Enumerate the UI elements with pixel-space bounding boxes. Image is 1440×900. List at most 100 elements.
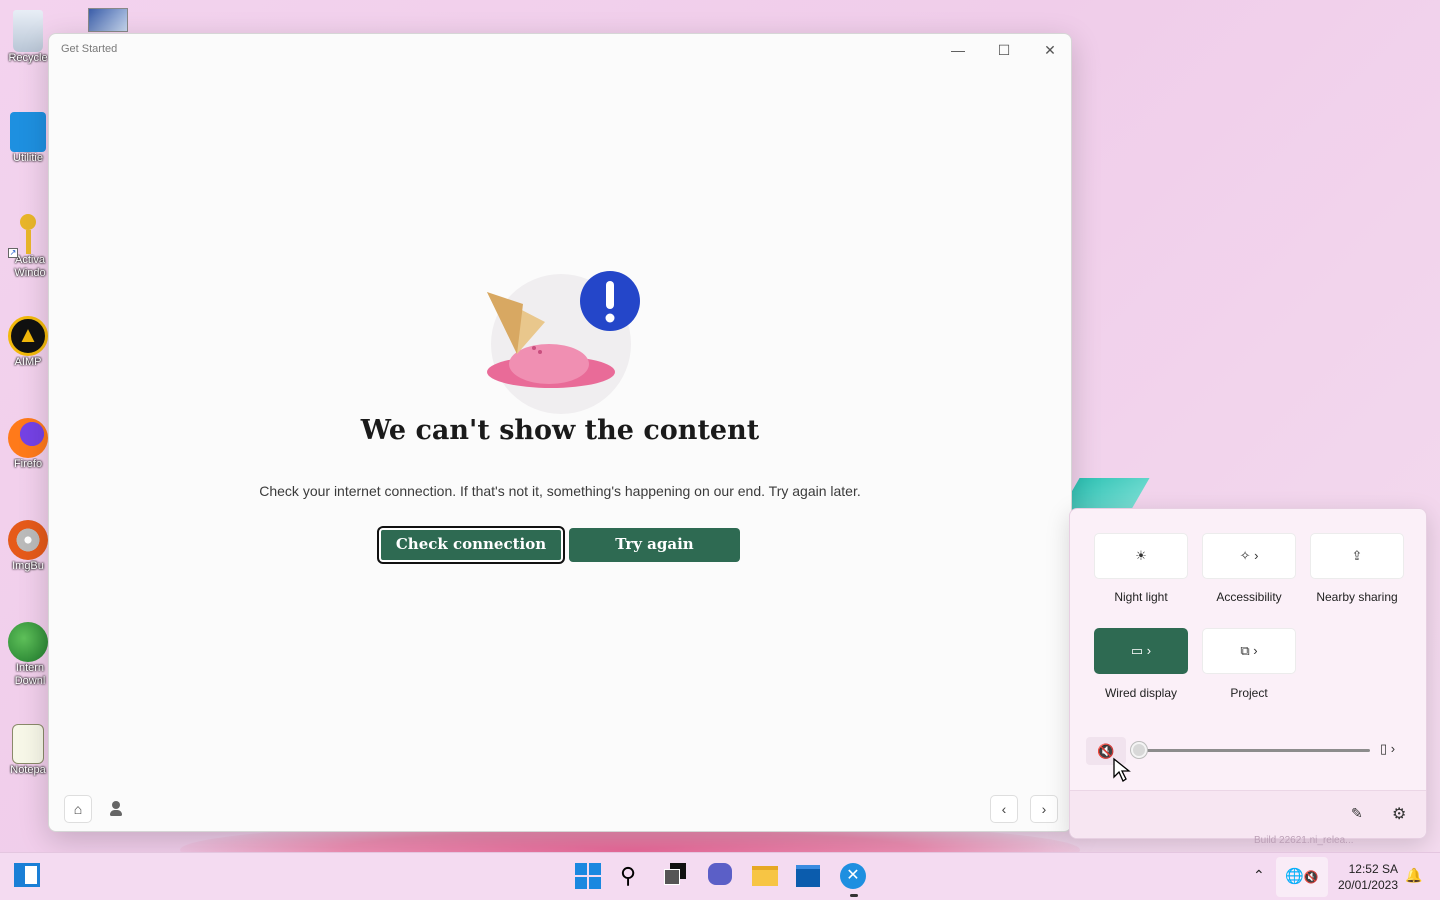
file-explorer-button[interactable] bbox=[752, 863, 780, 891]
search-button[interactable]: ⚲ bbox=[620, 863, 648, 891]
share-icon: ⇪ bbox=[1351, 548, 1363, 563]
globe-icon: 🌐 bbox=[1285, 868, 1304, 885]
minimize-icon: — bbox=[951, 42, 965, 58]
tile-label: Project bbox=[1230, 686, 1268, 700]
notification-bell-icon: 🔔 bbox=[1405, 867, 1423, 883]
show-hidden-icons-button[interactable]: ⌃ bbox=[1253, 867, 1265, 884]
close-icon: ✕ bbox=[1044, 42, 1056, 58]
task-view-icon bbox=[664, 863, 688, 885]
quick-settings-panel: ☀ Night light ✧ › Accessibility ⇪ Nearby… bbox=[1069, 508, 1427, 839]
tile-label: Accessibility bbox=[1216, 590, 1282, 604]
tile-label: Night light bbox=[1114, 590, 1168, 604]
night-light-tile[interactable]: ☀ bbox=[1094, 533, 1188, 579]
quick-settings-footer: ✎ ⚙ bbox=[1070, 790, 1426, 838]
volume-slider[interactable] bbox=[1138, 749, 1370, 752]
profile-button[interactable] bbox=[107, 800, 125, 818]
folder-icon bbox=[752, 866, 778, 886]
desktop-icon-label: Firefo bbox=[13, 458, 43, 470]
recycle-bin-icon bbox=[13, 10, 43, 52]
running-indicator bbox=[850, 894, 858, 897]
gear-icon: ⚙ bbox=[1392, 806, 1407, 823]
check-connection-button[interactable]: Check connection bbox=[377, 526, 565, 564]
desktop-icon-firefox[interactable]: Firefo bbox=[6, 418, 50, 471]
folder-icon bbox=[10, 112, 46, 152]
accessibility-tile[interactable]: ✧ › bbox=[1202, 533, 1296, 579]
desktop-icon-label: Notepa bbox=[10, 764, 46, 776]
widgets-icon bbox=[14, 863, 40, 887]
chat-icon bbox=[708, 863, 732, 885]
chevron-right-icon: › bbox=[1390, 741, 1396, 756]
pencil-icon: ✎ bbox=[1351, 805, 1363, 821]
title-bar[interactable]: Get Started — ☐ ✕ bbox=[49, 34, 1071, 66]
clock-button[interactable]: 12:52 SA 20/01/2023 bbox=[1336, 861, 1398, 893]
chat-button[interactable] bbox=[708, 863, 736, 891]
person-icon bbox=[112, 801, 120, 809]
window-title: Get Started bbox=[61, 43, 118, 55]
close-button[interactable]: ✕ bbox=[1027, 34, 1071, 66]
nearby-sharing-tile[interactable]: ⇪ bbox=[1310, 533, 1404, 579]
desktop-icon-activate-windows[interactable]: ↗ Activa Windo bbox=[6, 214, 50, 280]
microsoft-store-button[interactable] bbox=[796, 863, 824, 891]
taskbar: ⚲ ✕ ⌃ 🌐🔇 12:52 SA 20/01/2023 🔔 bbox=[0, 852, 1440, 900]
desktop-icon-notepad[interactable]: Notepa bbox=[6, 724, 50, 777]
home-button[interactable]: ⌂ bbox=[64, 795, 92, 823]
chevron-up-icon: ⌃ bbox=[1253, 867, 1265, 883]
settings-button[interactable]: ⚙ bbox=[1392, 804, 1406, 824]
maximize-button[interactable]: ☐ bbox=[981, 34, 1027, 66]
person-icon-body bbox=[110, 810, 122, 816]
notepad-icon bbox=[12, 724, 44, 764]
clock-time: 12:52 SA bbox=[1348, 862, 1398, 876]
tile-label: Nearby sharing bbox=[1316, 590, 1398, 604]
desktop-icon-label: Intern Downl bbox=[14, 662, 46, 687]
build-watermark: Build 22621.ni_relea... bbox=[1254, 835, 1354, 846]
start-button[interactable] bbox=[575, 863, 603, 891]
desktop-icon-utilities[interactable]: Utilitie bbox=[6, 112, 50, 165]
error-message: Check your internet connection. If that'… bbox=[259, 483, 861, 499]
desktop-icon-internet-download-manager[interactable]: Intern Downl bbox=[6, 622, 50, 688]
accessibility-icon: ✧ bbox=[1239, 548, 1251, 563]
try-again-button[interactable]: Try again bbox=[569, 528, 740, 562]
project-tile[interactable]: ⧉ › bbox=[1202, 628, 1296, 674]
get-started-taskbar-button[interactable]: ✕ bbox=[840, 863, 868, 897]
shortcut-arrow-icon: ↗ bbox=[8, 248, 18, 258]
desktop-icon-label: Recycle bbox=[8, 52, 48, 64]
imgburn-icon bbox=[8, 520, 48, 560]
chevron-right-icon: › bbox=[1146, 643, 1152, 658]
key-icon bbox=[18, 214, 38, 254]
audio-output-button[interactable]: ▯ › bbox=[1380, 741, 1410, 759]
exclamation-icon bbox=[580, 271, 640, 331]
search-icon: ⚲ bbox=[620, 863, 637, 888]
volume-slider-thumb[interactable] bbox=[1131, 742, 1147, 758]
chevron-right-icon: › bbox=[1254, 548, 1259, 563]
chevron-left-icon: ‹ bbox=[1001, 801, 1007, 817]
cast-icon: ▭ bbox=[1130, 643, 1144, 658]
wired-display-tile[interactable]: ▭ › bbox=[1094, 628, 1188, 674]
task-view-button[interactable] bbox=[664, 863, 692, 891]
desktop-icon-partial[interactable] bbox=[88, 8, 128, 32]
store-icon bbox=[796, 865, 820, 887]
forward-button[interactable]: › bbox=[1030, 795, 1058, 823]
desktop-icon-recycle-bin[interactable]: Recycle bbox=[6, 10, 50, 65]
aimp-icon: ▲ bbox=[8, 316, 48, 356]
notifications-button[interactable]: 🔔 bbox=[1405, 867, 1422, 884]
desktop-icon-imgburn[interactable]: ImgBu bbox=[6, 520, 50, 573]
back-button[interactable]: ‹ bbox=[990, 795, 1018, 823]
error-headline: We can't show the content bbox=[360, 415, 760, 446]
home-icon: ⌂ bbox=[73, 801, 83, 817]
volume-muted-icon: 🔇 bbox=[1303, 870, 1319, 884]
idm-icon bbox=[8, 622, 48, 662]
desktop-icon-aimp[interactable]: ▲ AIMP bbox=[6, 316, 50, 369]
desktop-icon-label: AIMP bbox=[14, 356, 42, 368]
firefox-icon bbox=[8, 418, 48, 458]
get-started-icon: ✕ bbox=[840, 863, 866, 889]
network-volume-button[interactable]: 🌐🔇 bbox=[1276, 857, 1328, 897]
mouse-cursor bbox=[1113, 757, 1131, 782]
maximize-icon: ☐ bbox=[997, 42, 1011, 58]
chevron-right-icon: › bbox=[1253, 643, 1258, 658]
minimize-button[interactable]: — bbox=[935, 34, 981, 66]
get-started-window: Get Started — ☐ ✕ We can't show the cont… bbox=[48, 33, 1072, 832]
desktop-icon-label: ImgBu bbox=[12, 560, 44, 572]
edit-quick-settings-button[interactable]: ✎ bbox=[1351, 805, 1363, 822]
project-icon: ⧉ bbox=[1240, 643, 1250, 658]
widgets-button[interactable] bbox=[14, 863, 42, 891]
